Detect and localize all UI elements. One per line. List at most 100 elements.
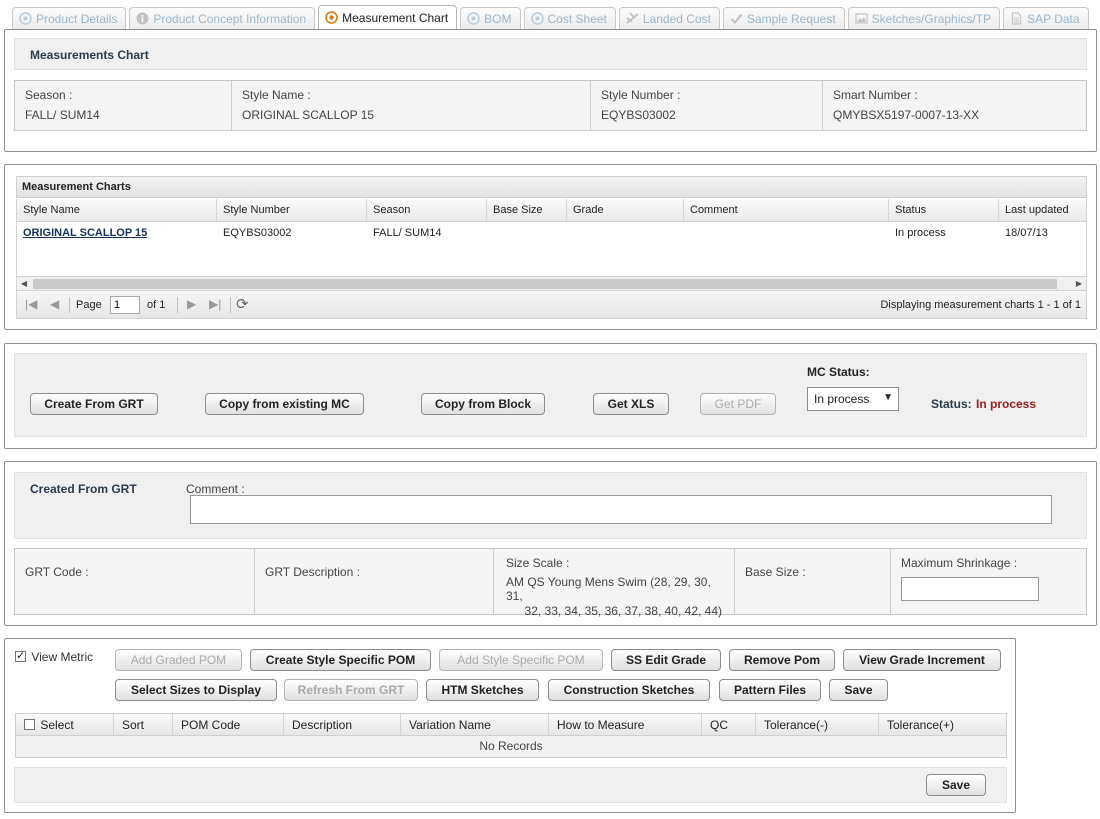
tab-bom[interactable]: BOM: [460, 7, 521, 29]
comment-textarea[interactable]: [190, 495, 1052, 524]
check-icon: [730, 12, 743, 25]
pattern-files-button[interactable]: Pattern Files: [719, 679, 821, 701]
prev-page-icon[interactable]: ◀: [50, 297, 59, 311]
col-style-number[interactable]: Style Number: [217, 199, 367, 221]
actions-bar: [14, 353, 1087, 437]
col-description[interactable]: Description: [284, 714, 401, 735]
pom-footer-bar: [14, 767, 1007, 803]
grid-pager: |◀ ◀ Page of 1 ▶ ▶| ⟳ Displaying measure…: [16, 291, 1087, 319]
col-variation-name[interactable]: Variation Name: [401, 714, 549, 735]
cell-grade: [567, 222, 684, 244]
col-how-to-measure[interactable]: How to Measure: [549, 714, 702, 735]
tab-label: Measurement Chart: [342, 10, 449, 25]
season-value: FALL/ SUM14: [25, 108, 100, 122]
table-row[interactable]: ORIGINAL SCALLOP 15 EQYBS03002 FALL/ SUM…: [16, 222, 1087, 244]
tab-product-details[interactable]: Product Details: [12, 7, 127, 29]
cell-status: In process: [895, 227, 946, 239]
save-bottom-button[interactable]: Save: [926, 774, 986, 796]
measurement-charts-panel: Measurement Charts Style Name Style Numb…: [4, 164, 1097, 330]
scroll-right-icon[interactable]: ▶: [1072, 277, 1086, 290]
col-select[interactable]: Select: [16, 714, 114, 735]
cell-style-name[interactable]: ORIGINAL SCALLOP 15: [17, 222, 217, 244]
create-style-specific-pom-button[interactable]: Create Style Specific POM: [250, 649, 431, 671]
col-comment[interactable]: Comment: [684, 199, 889, 221]
tab-label: Sample Request: [746, 11, 836, 26]
grid-body-empty: [16, 244, 1087, 276]
next-page-icon[interactable]: ▶: [187, 297, 196, 311]
grt-panel: Created From GRT Comment : GRT Code : GR…: [4, 461, 1097, 626]
max-shrinkage-input[interactable]: [901, 577, 1039, 601]
style-number-cell: Style Number : EQYBS03002: [591, 81, 823, 130]
view-grade-increment-button[interactable]: View Grade Increment: [843, 649, 1001, 671]
col-last-updated[interactable]: Last updated: [999, 199, 1088, 221]
grt-description-label: GRT Description :: [265, 565, 360, 579]
pager-display-text: Displaying measurement charts 1 - 1 of 1: [880, 299, 1081, 311]
style-name-link[interactable]: ORIGINAL SCALLOP 15: [23, 227, 147, 239]
tab-cost-sheet[interactable]: Cost Sheet: [523, 7, 616, 29]
view-metric-checkbox[interactable]: [15, 649, 26, 662]
tab-measurement-chart[interactable]: Measurement Chart: [318, 5, 458, 29]
col-style-name[interactable]: Style Name: [17, 199, 217, 221]
max-shrinkage-cell: Maximum Shrinkage :: [891, 549, 1088, 614]
col-season[interactable]: Season: [367, 199, 487, 221]
col-sort[interactable]: Sort: [114, 714, 173, 735]
col-select-label: Select: [40, 718, 74, 732]
create-from-grt-button[interactable]: Create From GRT: [30, 393, 158, 415]
col-pom-code[interactable]: POM Code: [173, 714, 284, 735]
tab-label: SAP Data: [1027, 11, 1080, 26]
mc-status-select[interactable]: In process ▼: [807, 387, 899, 411]
get-xls-button[interactable]: Get XLS: [593, 393, 669, 415]
page-number-input[interactable]: [110, 296, 140, 314]
tab-label: Cost Sheet: [547, 11, 607, 26]
tab-label: BOM: [484, 11, 512, 26]
scroll-thumb[interactable]: [33, 279, 1057, 289]
tab-product-concept-information[interactable]: Product Concept Information: [129, 7, 316, 29]
col-tolerance-minus[interactable]: Tolerance(-): [756, 714, 879, 735]
select-sizes-button[interactable]: Select Sizes to Display: [115, 679, 277, 701]
ss-edit-grade-button[interactable]: SS Edit Grade: [611, 649, 721, 671]
select-all-checkbox[interactable]: [24, 719, 35, 730]
cell-style-number: EQYBS03002: [223, 227, 292, 239]
tab-landed-cost[interactable]: Landed Cost: [618, 7, 720, 29]
tab-sap-data[interactable]: SAP Data: [1003, 7, 1089, 29]
add-style-specific-pom-button[interactable]: Add Style Specific POM: [439, 649, 603, 671]
smart-number-value: QMYBSX5197-0007-13-XX: [833, 108, 980, 122]
size-scale-cell: Size Scale : AM QS Young Mens Swim (28, …: [494, 549, 735, 618]
col-status[interactable]: Status: [889, 199, 999, 221]
get-pdf-button[interactable]: Get PDF: [700, 393, 776, 415]
first-page-icon[interactable]: |◀: [25, 297, 37, 311]
htm-sketches-button[interactable]: HTM Sketches: [426, 679, 539, 701]
eye-icon: [467, 12, 480, 25]
last-page-icon[interactable]: ▶|: [209, 297, 221, 311]
smart-number-label: Smart Number :: [833, 88, 918, 102]
view-metric-label: View Metric: [31, 650, 94, 664]
page-label: Page: [76, 299, 102, 311]
cell-comment: [684, 222, 889, 244]
grid-column-header: Style Name Style Number Season Base Size…: [16, 199, 1087, 222]
refresh-icon[interactable]: ⟳: [236, 295, 249, 313]
tab-sample-request[interactable]: Sample Request: [722, 7, 845, 29]
style-name-label: Style Name :: [242, 88, 311, 102]
add-graded-pom-button[interactable]: Add Graded POM: [115, 649, 242, 671]
copy-from-block-button[interactable]: Copy from Block: [421, 393, 545, 415]
copy-from-existing-mc-button[interactable]: Copy from existing MC: [205, 393, 364, 415]
view-metric-toggle[interactable]: View Metric: [15, 649, 94, 664]
tab-sketches-graphics-tp[interactable]: Sketches/Graphics/TP: [847, 7, 1001, 29]
scroll-left-icon[interactable]: ◀: [17, 277, 31, 290]
construction-sketches-button[interactable]: Construction Sketches: [548, 679, 710, 701]
cell-last-updated: 18/07/13: [1005, 227, 1048, 239]
tab-label: Landed Cost: [642, 11, 711, 26]
col-qc[interactable]: QC: [702, 714, 756, 735]
refresh-from-grt-button[interactable]: Refresh From GRT: [284, 679, 418, 701]
max-shrinkage-label: Maximum Shrinkage :: [901, 556, 1018, 570]
horizontal-scrollbar[interactable]: ◀ ▶: [16, 276, 1087, 291]
tab-bar: Product Details Product Concept Informat…: [12, 5, 1092, 29]
summary-info-box: Season : FALL/ SUM14 Style Name : ORIGIN…: [14, 80, 1087, 131]
cell-season: FALL/ SUM14: [373, 227, 442, 239]
grt-code-label: GRT Code :: [25, 565, 89, 579]
col-tolerance-plus[interactable]: Tolerance(+): [879, 714, 1008, 735]
save-button[interactable]: Save: [829, 679, 888, 701]
col-grade[interactable]: Grade: [567, 199, 684, 221]
col-base-size[interactable]: Base Size: [487, 199, 567, 221]
remove-pom-button[interactable]: Remove Pom: [729, 649, 835, 671]
